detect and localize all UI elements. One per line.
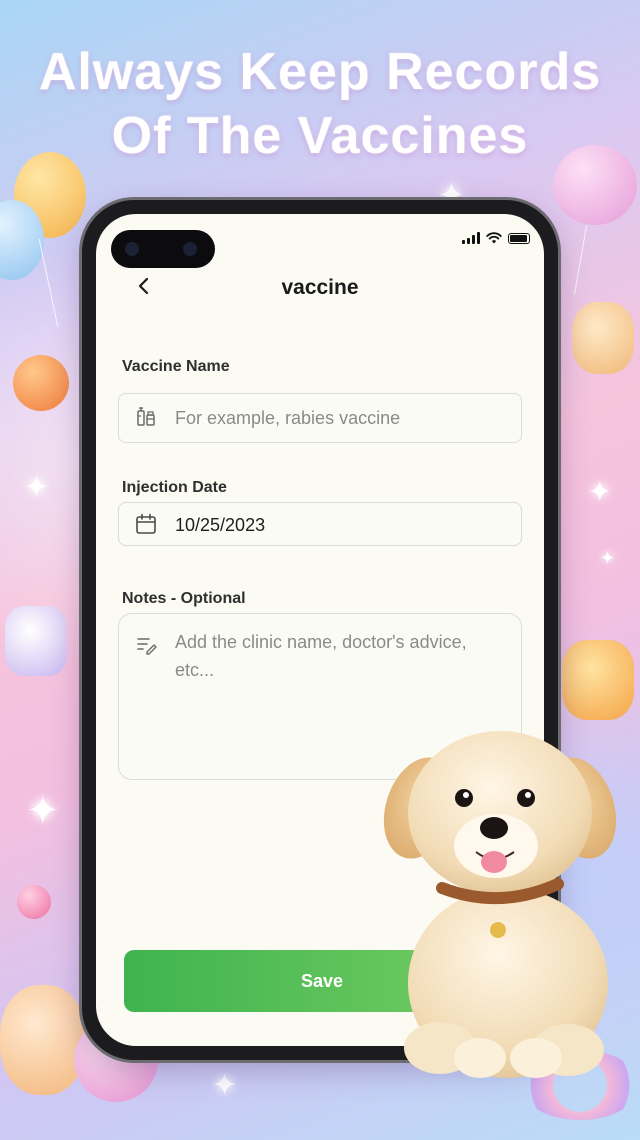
notes-edit-icon <box>137 638 157 655</box>
sparkle-decoration: ✦ <box>588 476 612 507</box>
notes-label: Notes - Optional <box>122 590 246 607</box>
pink-ball-decoration <box>17 885 51 919</box>
promo-headline: Always Keep Records Of The Vaccines <box>0 40 640 168</box>
sparkle-decoration: ✦ <box>600 548 616 568</box>
puppy-illustration <box>383 731 617 1078</box>
ball-toy-decoration <box>13 355 69 411</box>
vaccine-name-placeholder: For example, rabies vaccine <box>175 408 401 428</box>
vaccine-name-input[interactable]: For example, rabies vaccine <box>118 393 522 443</box>
cat-toy-decoration <box>0 985 86 1095</box>
camera-cutout <box>111 230 215 268</box>
sparkle-decoration: ✦ <box>212 1069 238 1102</box>
save-button-label: Save <box>300 970 344 991</box>
injection-date-value: 10/25/2023 <box>175 515 266 535</box>
cellular-signal-icon <box>462 232 480 244</box>
vaccine-name-label: Vaccine Name <box>122 358 230 375</box>
cat-balloon-string-decoration <box>573 225 588 295</box>
balloon-string-decoration <box>38 238 59 328</box>
sparkle-decoration: ✦ <box>24 471 50 504</box>
notes-placeholder-line1: Add the clinic name, doctor's advice, <box>175 632 467 652</box>
sparkle-decoration: ✦ <box>26 789 60 833</box>
promo-headline-line2: Of The Vaccines <box>111 107 529 165</box>
bear-toy-decoration <box>572 302 634 374</box>
battery-icon <box>508 232 530 244</box>
calendar-icon <box>136 513 156 534</box>
promo-headline-line1: Always Keep Records <box>38 43 602 101</box>
cat-balloon-decoration <box>553 145 637 225</box>
bone-toy-left-decoration <box>5 606 67 676</box>
status-bar <box>462 232 530 244</box>
bone-toy-right-decoration <box>562 640 634 720</box>
injection-date-label: Injection Date <box>122 479 227 496</box>
wifi-icon <box>486 232 502 244</box>
syringe-vial-icon <box>137 407 155 426</box>
injection-date-field[interactable]: 10/25/2023 <box>118 502 522 546</box>
notes-placeholder-line2: etc... <box>175 660 215 680</box>
page-title: vaccine <box>281 276 359 299</box>
